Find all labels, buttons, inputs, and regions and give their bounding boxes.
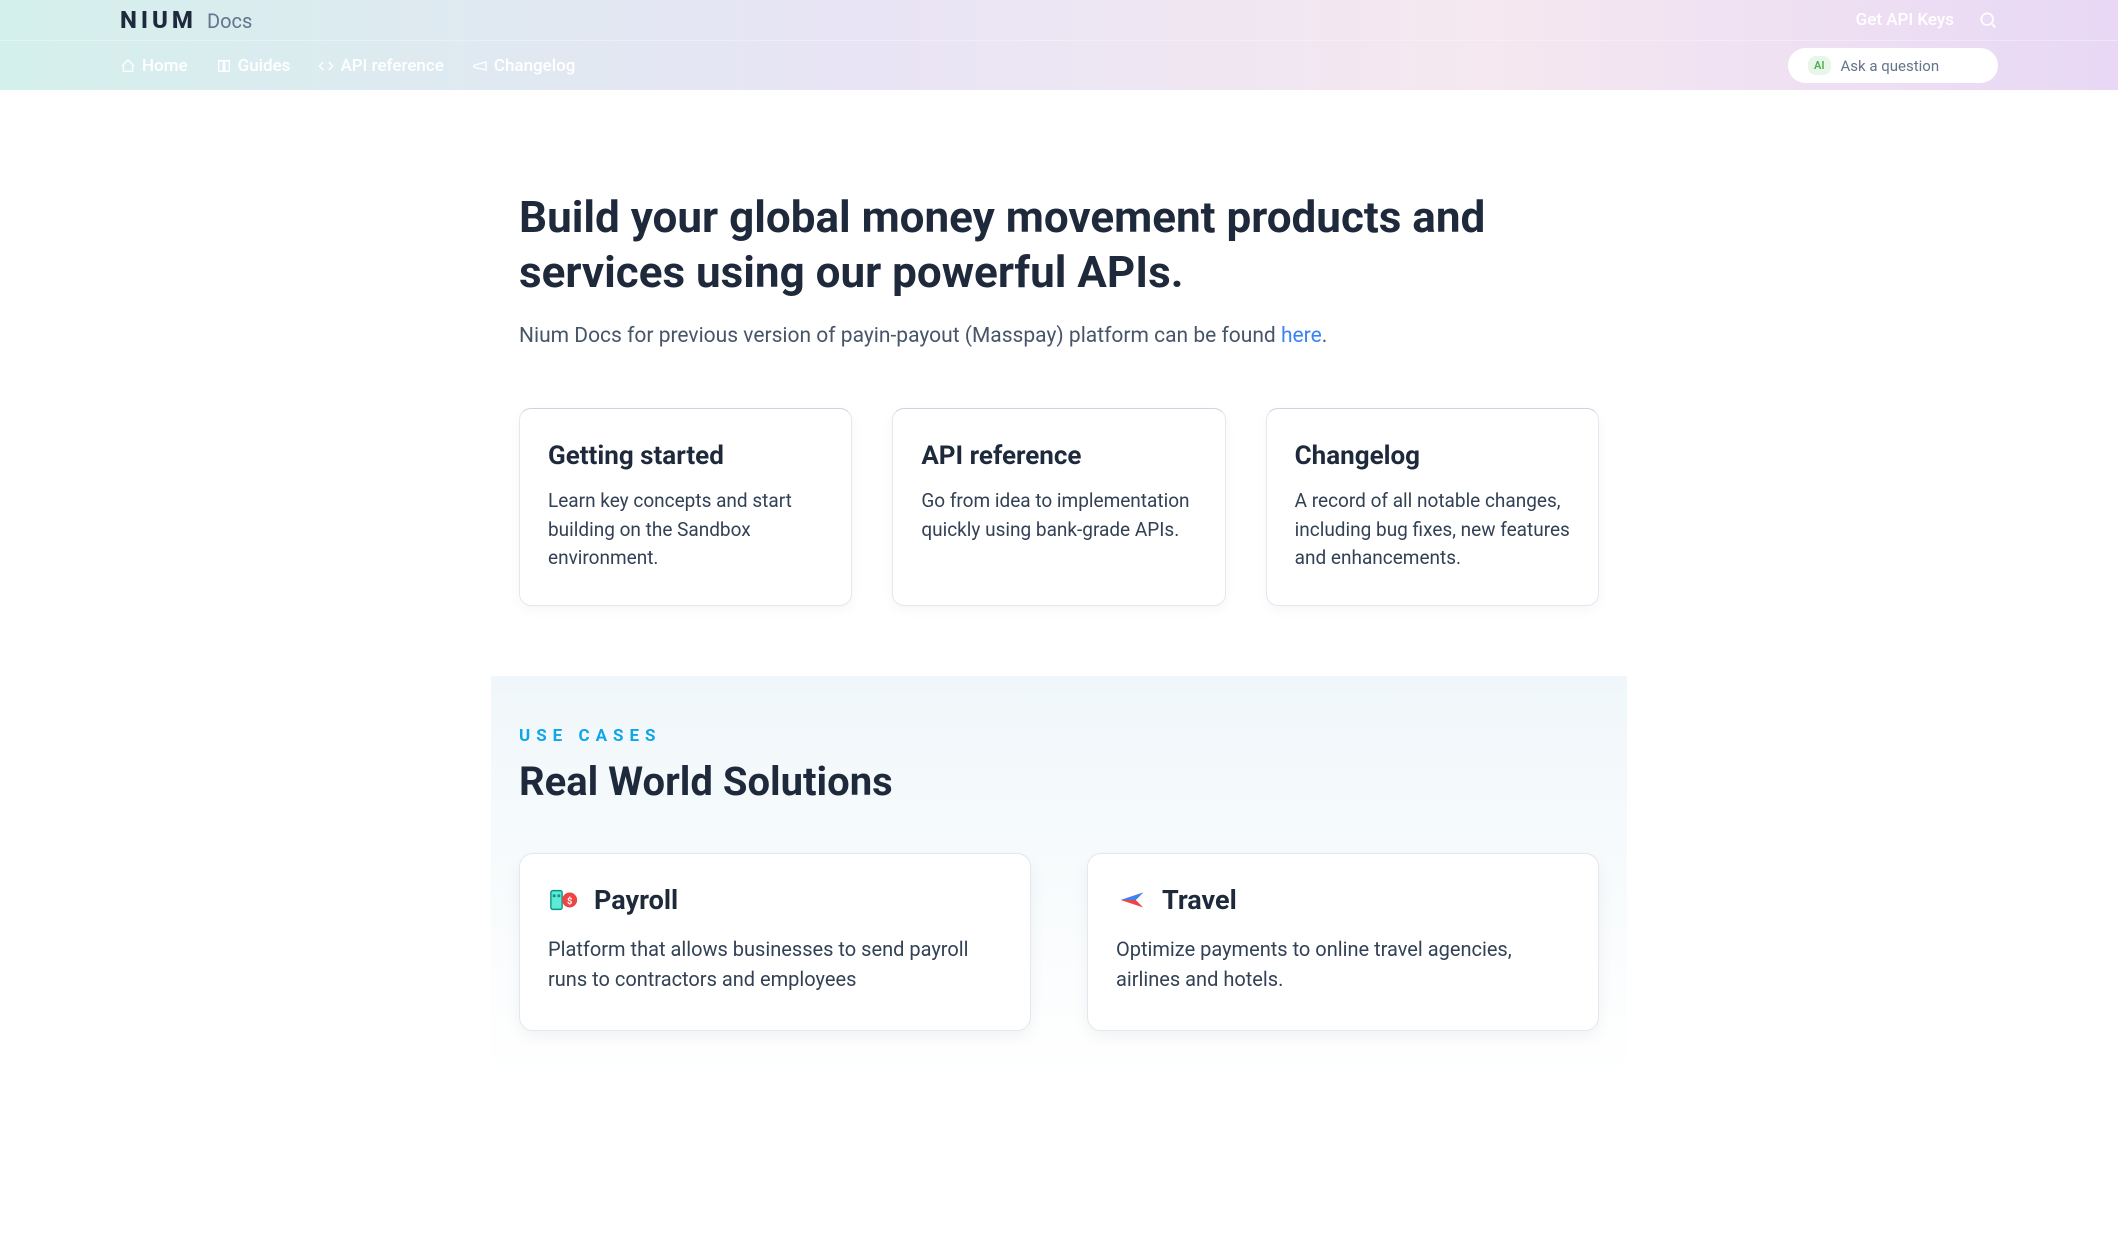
top-right: Get API Keys	[1856, 10, 1998, 30]
use-case-desc: Platform that allows businesses to send …	[548, 934, 1002, 994]
payroll-icon: $	[548, 884, 580, 916]
logo-text: NIUM	[120, 6, 197, 34]
card-desc: Go from idea to implementation quickly u…	[921, 487, 1196, 544]
use-case-cards: $ Payroll Platform that allows businesse…	[519, 853, 1599, 1031]
main-content: Build your global money movement product…	[519, 90, 1599, 1081]
nav-bar: Home Guides API reference	[0, 40, 2118, 90]
ai-badge: AI	[1808, 56, 1831, 75]
card-api-reference[interactable]: API reference Go from idea to implementa…	[892, 408, 1225, 606]
use-cases-title: Real World Solutions	[519, 758, 1599, 805]
card-desc: A record of all notable changes, includi…	[1295, 487, 1570, 573]
ask-question-button[interactable]: AI Ask a question	[1788, 48, 1998, 83]
use-case-header: $ Payroll	[548, 884, 1002, 916]
nav-items: Home Guides API reference	[120, 56, 575, 76]
hero-subtitle-link[interactable]: here	[1281, 324, 1322, 348]
nav-label: Guides	[238, 56, 291, 76]
nav-item-guides[interactable]: Guides	[216, 56, 291, 76]
card-getting-started[interactable]: Getting started Learn key concepts and s…	[519, 408, 852, 606]
top-bar: NIUM Docs Get API Keys	[0, 0, 2118, 40]
use-case-header: Travel	[1116, 884, 1570, 916]
nav-label: Changelog	[494, 56, 576, 76]
hero-title: Build your global money movement product…	[519, 190, 1599, 300]
cards-row: Getting started Learn key concepts and s…	[519, 408, 1599, 606]
logo-subtext: Docs	[207, 9, 252, 33]
get-api-keys-link[interactable]: Get API Keys	[1856, 10, 1954, 30]
card-title: Changelog	[1295, 441, 1570, 471]
card-desc: Learn key concepts and start building on…	[548, 487, 823, 573]
nav-item-home[interactable]: Home	[120, 56, 188, 76]
use-case-title: Travel	[1162, 884, 1237, 916]
hero-subtitle-prefix: Nium Docs for previous version of payin-…	[519, 324, 1281, 348]
nav-item-changelog[interactable]: Changelog	[472, 56, 576, 76]
use-cases-label: USE CASES	[519, 726, 1599, 746]
megaphone-icon	[472, 58, 488, 74]
ask-placeholder: Ask a question	[1841, 57, 1940, 75]
search-icon[interactable]	[1978, 10, 1998, 30]
use-case-title: Payroll	[594, 884, 678, 916]
hero-subtitle: Nium Docs for previous version of payin-…	[519, 324, 1599, 348]
logo[interactable]: NIUM Docs	[120, 6, 252, 34]
hero-subtitle-suffix: .	[1322, 324, 1328, 348]
use-case-card-travel[interactable]: Travel Optimize payments to online trave…	[1087, 853, 1599, 1031]
home-icon	[120, 58, 136, 74]
nav-label: Home	[142, 56, 188, 76]
use-case-card-payroll[interactable]: $ Payroll Platform that allows businesse…	[519, 853, 1031, 1031]
card-title: API reference	[921, 441, 1196, 471]
code-icon	[318, 58, 334, 74]
nav-item-api-reference[interactable]: API reference	[318, 56, 443, 76]
use-cases-section: USE CASES Real World Solutions $ Payroll	[491, 676, 1627, 1081]
svg-text:$: $	[567, 895, 572, 906]
travel-icon	[1116, 884, 1148, 916]
book-icon	[216, 58, 232, 74]
nav-label: API reference	[340, 56, 443, 76]
card-title: Getting started	[548, 441, 823, 471]
card-changelog[interactable]: Changelog A record of all notable change…	[1266, 408, 1599, 606]
use-case-desc: Optimize payments to online travel agenc…	[1116, 934, 1570, 994]
